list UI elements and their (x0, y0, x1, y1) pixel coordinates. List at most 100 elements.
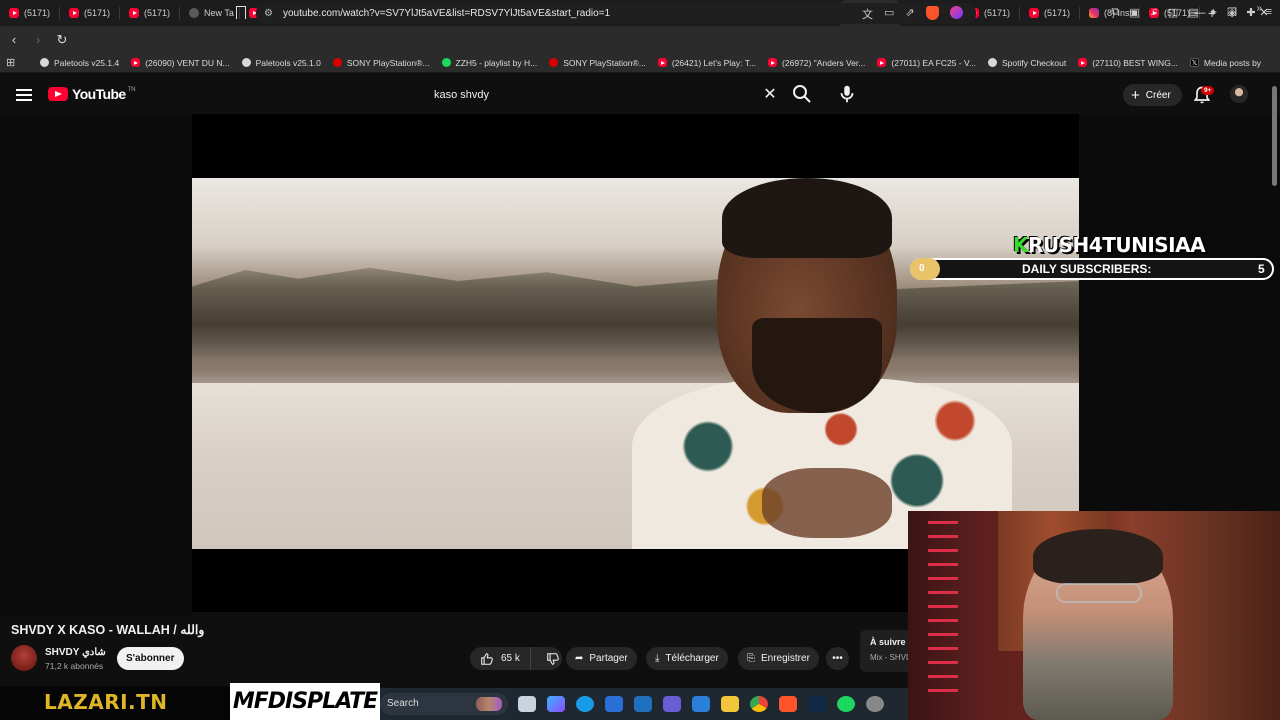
create-label: Créer (1145, 89, 1171, 101)
store-icon[interactable] (605, 696, 623, 712)
taskbar: Search (380, 688, 908, 720)
save-label: Enregistrer (761, 653, 810, 664)
vpn-icon[interactable]: ◈ (1228, 6, 1236, 19)
search-input[interactable]: kaso shvdy (425, 82, 784, 108)
browser-tab[interactable]: New Ta (180, 0, 240, 26)
bookmark-item[interactable]: ZZH5 - playlist by H... (441, 58, 537, 68)
video-person-beard (752, 318, 882, 413)
account-avatar[interactable] (1230, 85, 1248, 103)
taskbar-search-highlight-icon (476, 697, 502, 711)
teams-icon[interactable] (663, 696, 681, 712)
bookmark-item[interactable]: SONY PlayStation®... (332, 58, 430, 68)
bookmarks-overflow-icon[interactable]: » (1256, 3, 1262, 14)
file-explorer-icon[interactable] (721, 696, 739, 712)
brave-icon (189, 8, 199, 18)
youtube-icon (9, 8, 19, 18)
browser-tab[interactable]: (5171) (60, 0, 120, 26)
plus-icon: + (1131, 86, 1140, 104)
bookmark-item[interactable]: Paletools v25.1.0 (241, 58, 321, 68)
bookmark-item[interactable]: (26972) "Anders Ver... (768, 58, 865, 68)
sidebar-icon[interactable]: ◫ (1168, 6, 1178, 19)
youtube-icon (69, 8, 79, 18)
bookmark-label: Spotify Checkout (1001, 57, 1067, 68)
bookmark-item[interactable]: Paletools v25.1.4 (40, 58, 119, 68)
channel-avatar[interactable] (11, 645, 37, 671)
bookmark-favicon-icon (877, 58, 887, 67)
bookmark-item[interactable]: (27110) BEST WING... (1078, 58, 1178, 68)
brave-shields-icon[interactable] (925, 6, 939, 20)
bookmark-label: (26090) VENT DU N... (145, 57, 230, 68)
edge-icon[interactable] (576, 696, 594, 712)
create-button[interactable]: + Créer (1123, 84, 1182, 106)
bookmark-item[interactable]: (26421) Let's Play: T... (657, 58, 756, 68)
like-button[interactable]: 65 k (470, 647, 531, 670)
browser-tab-label: (5171) (1044, 8, 1071, 18)
page-scrollbar-thumb[interactable] (1272, 86, 1277, 186)
extension-toolbar: ⧉ ▣ ♫ ◫ ▤ ✦ ◈ ✚ ≡ (1111, 6, 1272, 19)
bookmark-item[interactable]: 𝕏 Media posts by (1189, 57, 1262, 68)
translate-icon[interactable]: 文 (862, 6, 873, 22)
music-icon[interactable]: ♫ (1150, 6, 1158, 19)
channel-name[interactable]: SHVDY شادي (45, 647, 106, 658)
extensions-icon[interactable]: ⧉ (1111, 6, 1119, 19)
bookmark-item[interactable]: (26090) VENT DU N... (131, 57, 230, 68)
subscriber-goal: 5 (1258, 262, 1265, 276)
desktop-icon[interactable] (692, 696, 710, 712)
wallet-icon[interactable]: ▤ (1188, 6, 1198, 19)
brave-taskbar-icon[interactable] (779, 696, 797, 712)
instagram-icon (1089, 8, 1099, 18)
apps-icon[interactable]: ⊞ (6, 56, 20, 69)
screen: (5171)(5171)(5171)New Ta(5171)(5171)(517… (0, 0, 1280, 720)
youtube-logo[interactable]: YouTube TN (48, 86, 136, 102)
browser-tab-label: (5171) (24, 8, 51, 18)
download-icon: ⤓ (655, 653, 660, 664)
brave-rewards-icon[interactable] (949, 6, 963, 19)
subscribe-button[interactable]: S'abonner (117, 647, 184, 670)
clear-search-icon[interactable]: ✕ (762, 84, 778, 104)
bookmark-item[interactable]: SONY PlayStation®... (549, 58, 646, 68)
notification-badge: 9+ (1201, 86, 1215, 95)
bookmark-label: (26972) "Anders Ver... (782, 57, 866, 68)
subscriber-current: 0 (919, 263, 925, 274)
search-icon[interactable] (790, 82, 814, 106)
share-label: Partager (589, 653, 628, 664)
dislike-button[interactable] (537, 647, 569, 670)
outlook-icon[interactable] (634, 696, 652, 712)
bookmark-item[interactable]: Spotify Checkout (987, 57, 1067, 68)
back-icon[interactable]: ‹ (4, 32, 24, 47)
profile-ext-icon[interactable]: ✚ (1246, 6, 1255, 19)
mic-icon[interactable] (836, 82, 858, 106)
photoshop-icon[interactable] (808, 696, 826, 712)
spotify-icon[interactable] (837, 696, 855, 712)
share-button[interactable]: ➦ Partager (566, 647, 637, 670)
save-button[interactable]: ⎘ Enregistrer (738, 647, 819, 670)
video-person-hair (722, 178, 892, 258)
copilot-icon[interactable] (547, 696, 565, 712)
browser-tab[interactable]: (5171) (120, 0, 180, 26)
menu-icon[interactable]: ≡ (1266, 6, 1272, 19)
thumbs-down-icon (547, 652, 559, 665)
bookmark-icon[interactable] (236, 6, 246, 19)
guide-menu-icon[interactable] (16, 89, 32, 101)
share-page-icon[interactable]: ⇗ (905, 6, 914, 22)
up-next-card[interactable]: À suivre : Mix - SHVDY (860, 630, 910, 672)
browser-tab[interactable]: (5171) (1020, 0, 1080, 26)
bookmark-label: Media posts by (1203, 57, 1262, 68)
app-icon[interactable] (866, 696, 884, 712)
browser-tab[interactable]: (5171) (0, 0, 60, 26)
leo-icon[interactable]: ✦ (1209, 6, 1218, 19)
task-view-icon[interactable] (518, 696, 536, 712)
download-button[interactable]: ⤓ Télécharger (646, 647, 728, 670)
screen-icon[interactable]: ▭ (884, 6, 894, 22)
video-title: SHVDY X KASO - WALLAH / والله (11, 623, 205, 637)
bookmark-item[interactable]: (27011) EA FC25 - V... (877, 58, 976, 68)
reload-icon[interactable]: ↻ (52, 32, 72, 48)
forward-icon[interactable]: › (28, 32, 48, 47)
bookmark-favicon-icon (40, 58, 49, 67)
tab-manager-icon[interactable]: ▣ (1129, 6, 1139, 19)
more-actions-button[interactable]: ••• (826, 647, 849, 670)
chrome-icon[interactable] (750, 696, 768, 712)
bookmark-favicon-icon (549, 58, 559, 67)
site-settings-icon[interactable]: ⚙ (264, 8, 273, 19)
more-icon: ••• (832, 653, 843, 664)
